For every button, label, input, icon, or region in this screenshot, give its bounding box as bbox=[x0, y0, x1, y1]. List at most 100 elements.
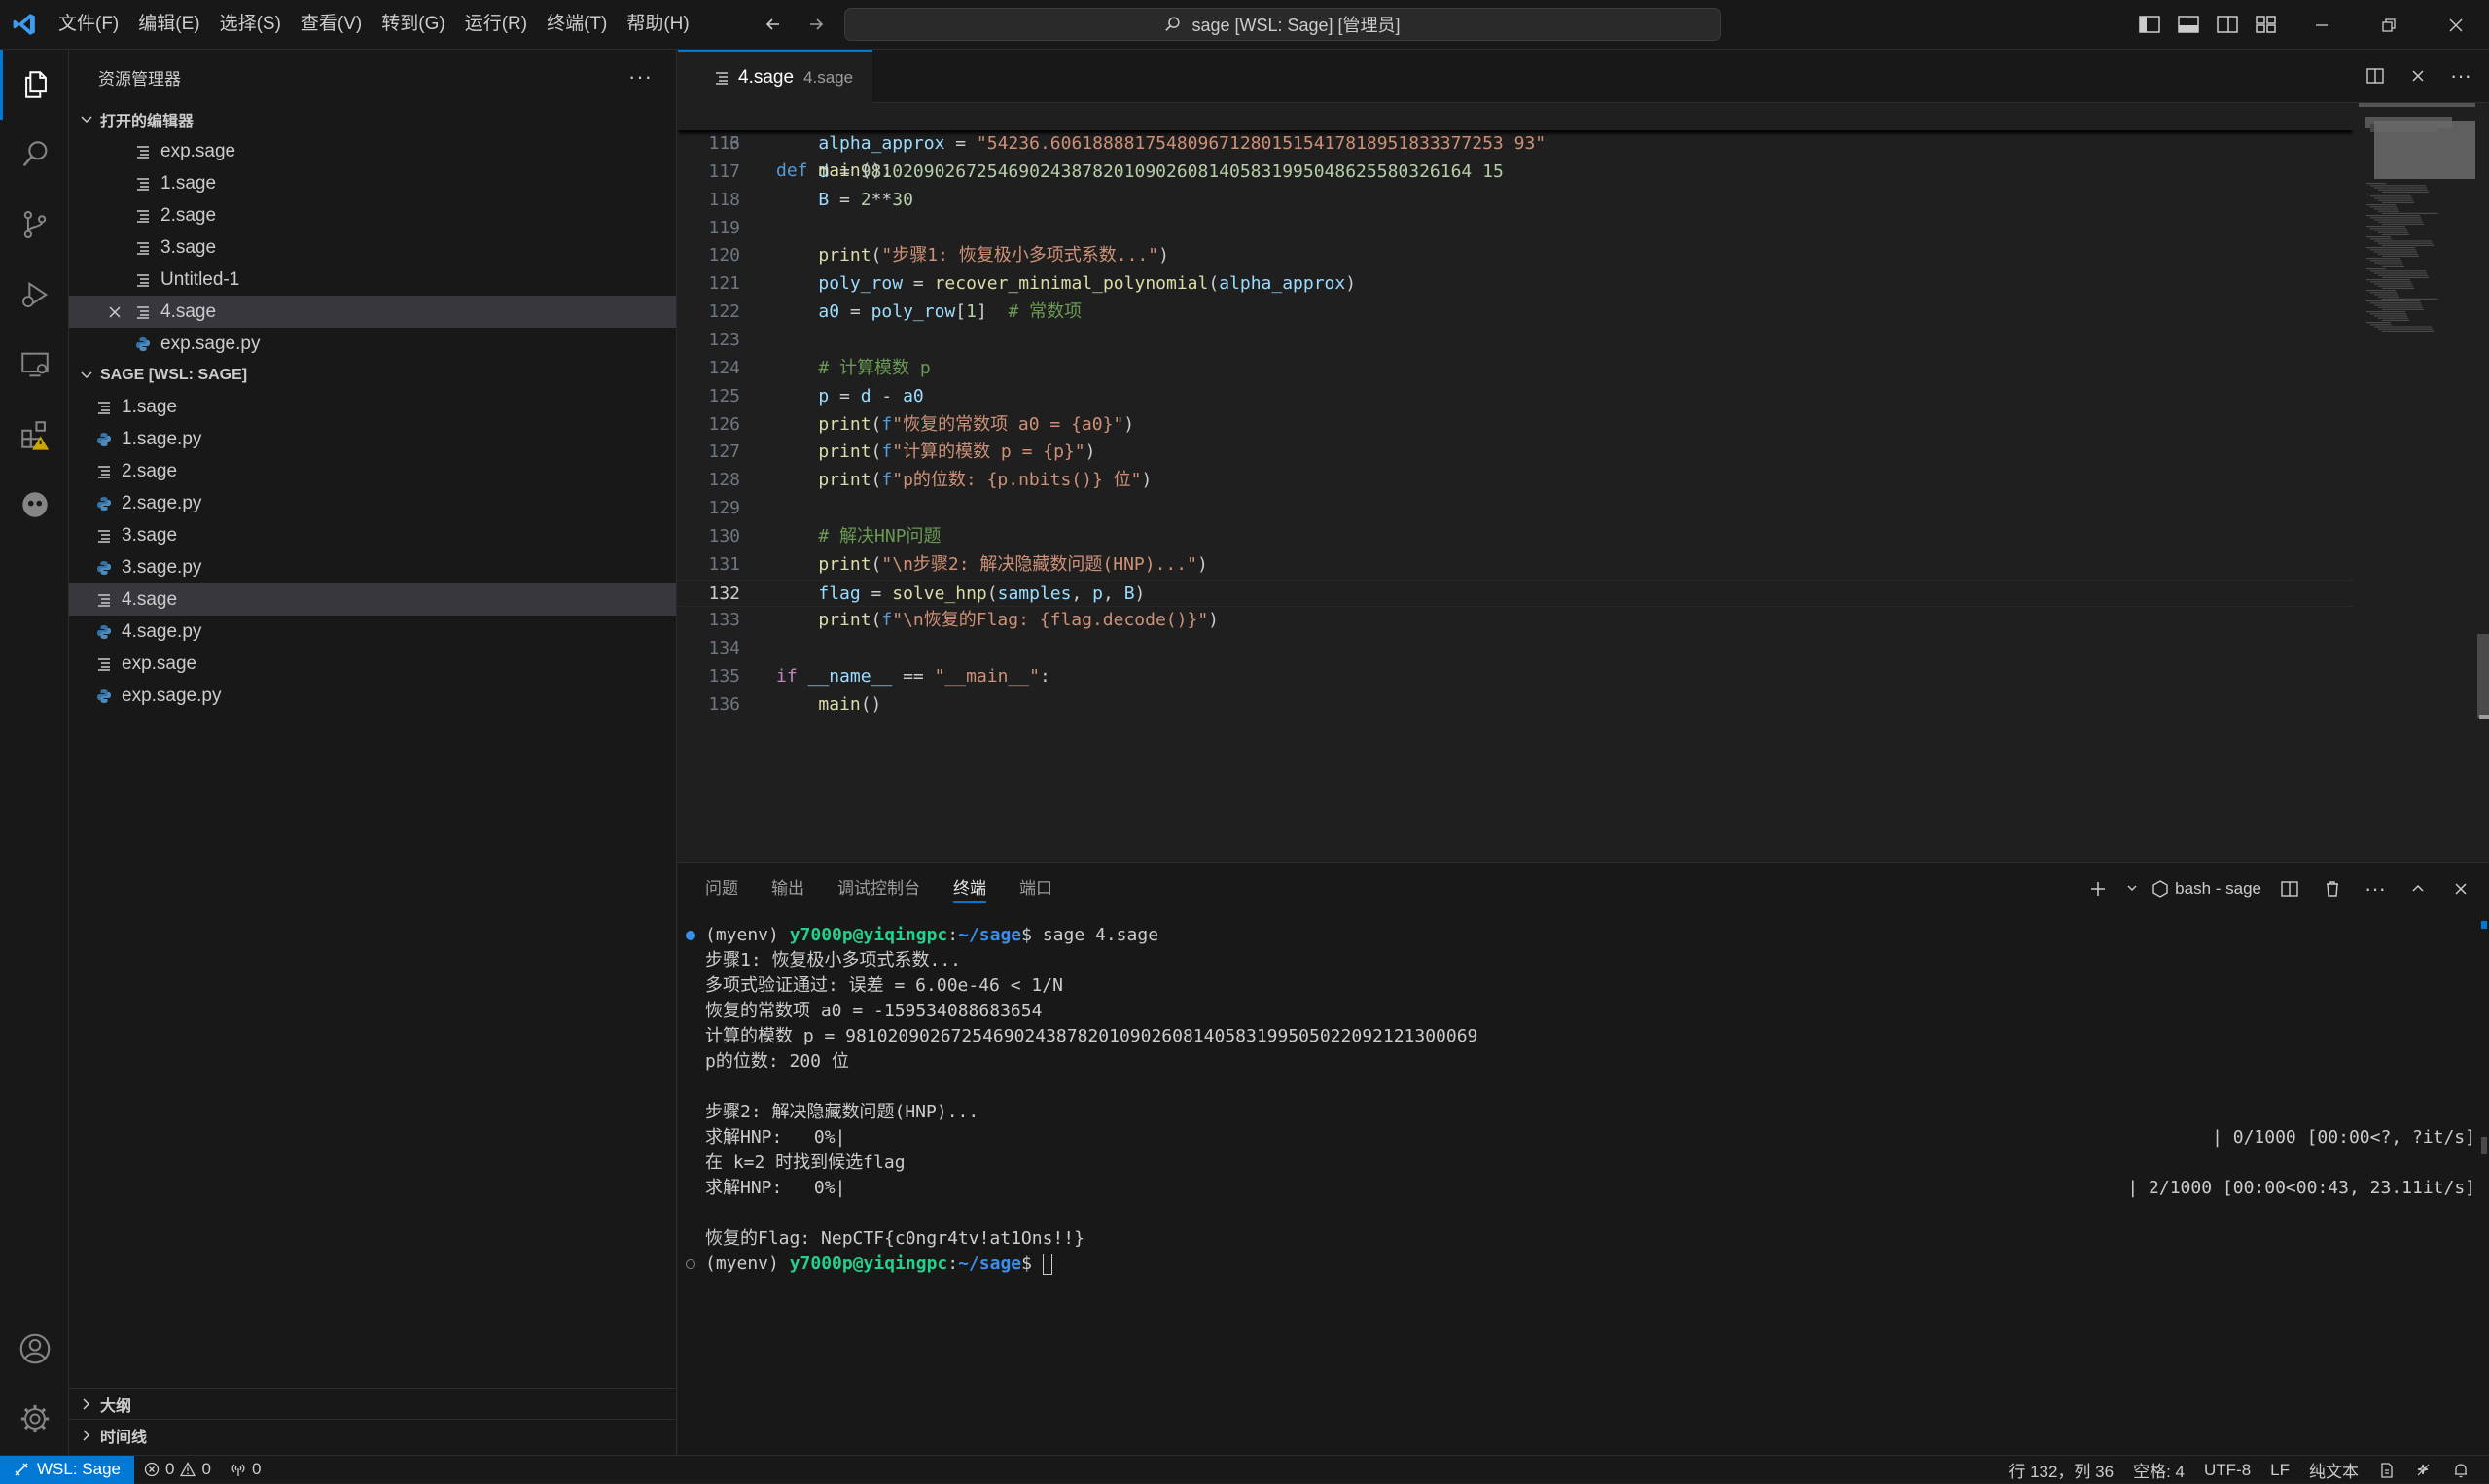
code-line[interactable]: 129 bbox=[678, 495, 2353, 522]
file-tree-item[interactable]: 2.sage bbox=[69, 455, 676, 487]
code-line[interactable]: 119 bbox=[678, 215, 2353, 242]
settings-gear-icon[interactable] bbox=[0, 1384, 69, 1454]
code-line[interactable]: 124 # 计算模数 p bbox=[678, 355, 2353, 382]
menu-item-6[interactable]: 终端(T) bbox=[537, 8, 617, 41]
chevron-down-icon[interactable] bbox=[2126, 879, 2138, 899]
more-actions-icon[interactable]: ··· bbox=[628, 64, 653, 89]
code-line[interactable]: 128 print(f"p的位数: {p.nbits()} 位") bbox=[678, 467, 2353, 494]
close-editor-icon[interactable] bbox=[2403, 61, 2433, 90]
open-editor-item[interactable]: 3.sage bbox=[69, 231, 676, 264]
code-line[interactable]: 130 # 解决HNP问题 bbox=[678, 523, 2353, 550]
code-line[interactable]: 132 flag = solve_hnp(samples, p, B) bbox=[678, 579, 2353, 607]
panel-tab[interactable]: 端口 bbox=[1019, 863, 1052, 915]
timeline-header[interactable]: 时间线 bbox=[69, 1419, 677, 1450]
customize-layout-icon[interactable] bbox=[2252, 10, 2281, 39]
maximize-panel-icon[interactable] bbox=[2403, 874, 2433, 903]
language-settings-icon[interactable] bbox=[2368, 1462, 2405, 1479]
split-terminal-icon[interactable] bbox=[2275, 874, 2304, 903]
close-icon[interactable] bbox=[98, 305, 131, 319]
explorer-icon[interactable] bbox=[0, 50, 69, 120]
menu-item-4[interactable]: 转到(G) bbox=[372, 8, 454, 41]
copilot-status-icon[interactable] bbox=[2405, 1462, 2442, 1479]
forward-arrow-icon[interactable] bbox=[801, 10, 831, 39]
menu-item-5[interactable]: 运行(R) bbox=[455, 8, 537, 41]
extensions-icon[interactable] bbox=[0, 400, 69, 470]
command-center-search[interactable]: sage [WSL: Sage] [管理员] bbox=[844, 8, 1721, 41]
open-editor-item[interactable]: exp.sage.py bbox=[69, 328, 676, 360]
workspace-header[interactable]: SAGE [WSL: SAGE] bbox=[69, 360, 676, 391]
indentation[interactable]: 空格: 4 bbox=[2123, 1458, 2194, 1482]
toggle-secondary-sidebar-icon[interactable] bbox=[2213, 10, 2242, 39]
menu-item-1[interactable]: 编辑(E) bbox=[128, 8, 209, 41]
file-tree-item[interactable]: 4.sage bbox=[69, 583, 676, 616]
file-tree-item[interactable]: exp.sage.py bbox=[69, 680, 676, 712]
close-window-icon[interactable] bbox=[2422, 0, 2489, 50]
command-pending-dot[interactable] bbox=[686, 1259, 695, 1269]
cursor-position[interactable]: 行 132，列 36 bbox=[1999, 1458, 2123, 1482]
terminal-scrollbar[interactable] bbox=[2475, 921, 2489, 1164]
menu-item-2[interactable]: 选择(S) bbox=[210, 8, 291, 41]
sticky-scroll-line[interactable]: 113 def main(): bbox=[678, 103, 2353, 181]
code-line[interactable]: 136 main() bbox=[678, 691, 2353, 719]
outline-header[interactable]: 大纲 bbox=[69, 1388, 677, 1419]
trash-icon[interactable] bbox=[2318, 874, 2347, 903]
new-terminal-icon[interactable] bbox=[2083, 874, 2113, 903]
open-editor-item[interactable]: 2.sage bbox=[69, 199, 676, 231]
menu-item-0[interactable]: 文件(F) bbox=[49, 8, 128, 41]
file-tree-item[interactable]: 2.sage.py bbox=[69, 487, 676, 519]
open-editors-header[interactable]: 打开的编辑器 bbox=[69, 104, 676, 135]
toggle-panel-icon[interactable] bbox=[2174, 10, 2203, 39]
notifications-bell-icon[interactable] bbox=[2442, 1462, 2479, 1479]
file-tree-item[interactable]: 3.sage bbox=[69, 519, 676, 551]
back-arrow-icon[interactable] bbox=[759, 10, 788, 39]
file-tree-item[interactable]: 3.sage.py bbox=[69, 551, 676, 583]
open-editor-item[interactable]: Untitled-1 bbox=[69, 264, 676, 296]
terminal-selector[interactable]: bash - sage bbox=[2151, 879, 2261, 899]
more-actions-icon[interactable]: ··· bbox=[2361, 874, 2390, 903]
remote-indicator[interactable]: WSL: Sage bbox=[0, 1455, 134, 1484]
panel-tab[interactable]: 调试控制台 bbox=[837, 863, 920, 915]
close-panel-icon[interactable] bbox=[2446, 874, 2475, 903]
code-line[interactable]: 134 bbox=[678, 635, 2353, 662]
code-line[interactable]: 122 a0 = poly_row[1] # 常数项 bbox=[678, 299, 2353, 326]
open-editor-item[interactable]: exp.sage bbox=[69, 135, 676, 167]
editor-scrollbar[interactable] bbox=[2475, 103, 2489, 862]
accounts-icon[interactable] bbox=[0, 1314, 69, 1384]
code-line[interactable]: 123 bbox=[678, 327, 2353, 354]
source-control-icon[interactable] bbox=[0, 190, 69, 260]
problems-indicator[interactable]: 0 0 bbox=[134, 1460, 221, 1479]
search-icon[interactable] bbox=[0, 120, 69, 190]
code-line[interactable]: 133 print(f"\n恢复的Flag: {flag.decode()}") bbox=[678, 607, 2353, 634]
code-line[interactable]: 135 if __name__ == "__main__": bbox=[678, 663, 2353, 690]
command-success-dot[interactable] bbox=[686, 931, 695, 940]
ports-indicator[interactable]: 0 bbox=[221, 1460, 270, 1479]
code-line[interactable]: 120 print("步骤1: 恢复极小多项式系数...") bbox=[678, 242, 2353, 269]
language-mode[interactable]: 纯文本 bbox=[2299, 1458, 2368, 1482]
editor-tab-4-sage[interactable]: 4.sage 4.sage bbox=[678, 50, 873, 103]
file-tree-item[interactable]: 1.sage.py bbox=[69, 423, 676, 455]
code-line[interactable]: 127 print(f"计算的模数 p = {p}") bbox=[678, 439, 2353, 466]
code-line[interactable]: 117 d = 98102090267254690243878201090260… bbox=[678, 159, 2353, 186]
restore-icon[interactable] bbox=[2355, 0, 2422, 50]
code-line[interactable]: 126 print(f"恢复的常数项 a0 = {a0}") bbox=[678, 411, 2353, 439]
panel-tab[interactable]: 问题 bbox=[705, 863, 738, 915]
panel-tab[interactable]: 终端 bbox=[953, 863, 986, 903]
open-editor-item[interactable]: 1.sage bbox=[69, 167, 676, 199]
encoding[interactable]: UTF-8 bbox=[2194, 1461, 2260, 1480]
split-editor-icon[interactable] bbox=[2361, 61, 2390, 90]
code-line[interactable]: 125 p = d - a0 bbox=[678, 383, 2353, 410]
more-actions-icon[interactable]: ··· bbox=[2446, 61, 2475, 90]
panel-tab[interactable]: 输出 bbox=[771, 863, 804, 915]
minimap[interactable] bbox=[2359, 103, 2475, 862]
code-line[interactable]: 131 print("\n步骤2: 解决隐藏数问题(HNP)...") bbox=[678, 551, 2353, 579]
menu-item-7[interactable]: 帮助(H) bbox=[617, 8, 698, 41]
code-line[interactable]: 121 poly_row = recover_minimal_polynomia… bbox=[678, 270, 2353, 298]
run-debug-icon[interactable] bbox=[0, 260, 69, 330]
file-tree-item[interactable]: exp.sage bbox=[69, 648, 676, 680]
minimize-icon[interactable] bbox=[2288, 0, 2355, 50]
file-tree-item[interactable]: 1.sage bbox=[69, 391, 676, 423]
remote-explorer-icon[interactable] bbox=[0, 330, 69, 400]
code-line[interactable]: 118 B = 2**30 bbox=[678, 187, 2353, 214]
menu-item-3[interactable]: 查看(V) bbox=[291, 8, 372, 41]
file-tree-item[interactable]: 4.sage.py bbox=[69, 616, 676, 648]
